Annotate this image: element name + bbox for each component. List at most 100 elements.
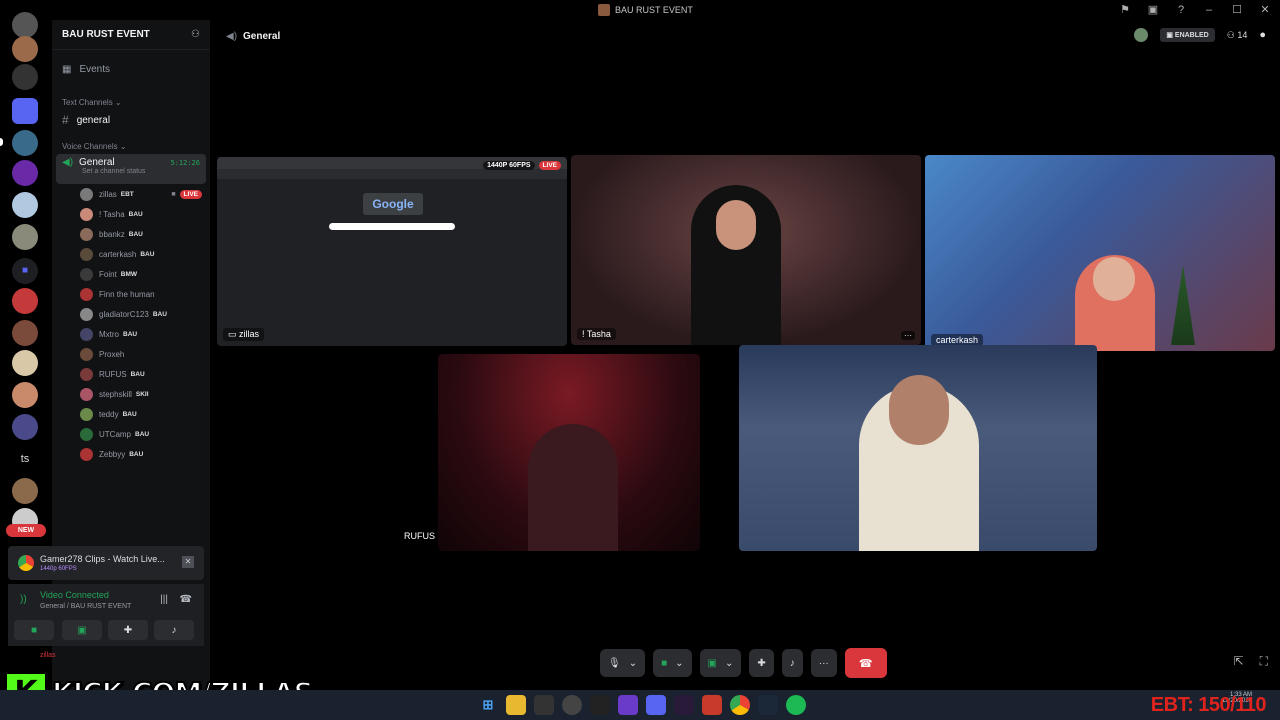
app-icon[interactable] [618, 695, 638, 715]
video-tile-rufus[interactable] [438, 354, 700, 551]
app-icon[interactable] [590, 695, 610, 715]
channel-general-text[interactable]: # general [52, 110, 210, 130]
member-count[interactable]: ⚇ 14 [1227, 30, 1248, 41]
app-icon[interactable] [674, 695, 694, 715]
voice-user-item[interactable]: teddy BAU [52, 404, 210, 424]
role-tag: BAU [140, 250, 155, 258]
popout-icon[interactable]: ⇱ [1234, 654, 1244, 669]
soundboard-button[interactable]: ♪ [154, 620, 194, 640]
server-icon[interactable] [12, 288, 38, 314]
voice-user-item[interactable]: gladiatorC123 BAU [52, 304, 210, 324]
voice-category[interactable]: Voice Channels ⌄ [52, 138, 210, 154]
camera-icon: ■ [30, 624, 38, 636]
file-explorer-icon[interactable] [506, 695, 526, 715]
video-button[interactable]: ■ ⌄ [653, 649, 692, 677]
app-icon[interactable] [562, 695, 582, 715]
maximize-icon[interactable]: ☐ [1230, 3, 1244, 17]
chevron-down-icon[interactable]: ⌄ [725, 658, 733, 669]
voice-user-item[interactable]: Foint BMW [52, 264, 210, 284]
chat-icon[interactable]: ● [1259, 29, 1266, 41]
screenshare-control[interactable]: ▣ ⌄ [699, 649, 742, 677]
voice-user-name: UTCamp [99, 429, 132, 439]
server-icon[interactable] [12, 320, 38, 346]
video-tile-user[interactable] [739, 345, 1097, 551]
voice-user-item[interactable]: Mxtro BAU [52, 324, 210, 344]
server-text-icon[interactable]: ts [12, 446, 38, 472]
inbox-icon[interactable]: ▣ [1146, 3, 1160, 17]
server-icon[interactable] [12, 478, 38, 504]
close-icon[interactable]: ✕ [1258, 3, 1272, 17]
spotify-icon[interactable] [786, 695, 806, 715]
more-options-icon[interactable]: ··· [901, 331, 915, 340]
app-icon[interactable] [702, 695, 722, 715]
server-icon[interactable] [12, 160, 38, 186]
tile-label: ! Tasha [577, 328, 616, 340]
google-search-box [329, 223, 455, 230]
server-icon[interactable] [12, 64, 38, 90]
voice-user-item[interactable]: stephskill SKII [52, 384, 210, 404]
avatar[interactable] [1134, 28, 1149, 42]
soundboard-control[interactable]: ♪ [781, 649, 803, 677]
help-icon[interactable]: ? [1174, 3, 1188, 17]
server-icon[interactable] [12, 98, 38, 124]
voice-user-item[interactable]: Zebbyy BAU [52, 444, 210, 464]
voice-user-item[interactable]: zillas EBT ■ LIVE [52, 184, 210, 204]
text-category[interactable]: Text Channels ⌄ [52, 94, 210, 110]
voice-user-item[interactable]: ! Tasha BAU [52, 204, 210, 224]
voice-user-item[interactable]: RUFUS BAU [52, 364, 210, 384]
app-icon[interactable] [534, 695, 554, 715]
enabled-badge[interactable]: ▣ ENABLED [1160, 28, 1215, 42]
user-bar[interactable]: zillas [8, 652, 204, 672]
chrome-icon [18, 555, 34, 571]
flag-icon[interactable]: ⚑ [1118, 3, 1132, 17]
screen-icon: ▣ [707, 657, 717, 669]
close-activity-icon[interactable]: ✕ [182, 556, 194, 568]
server-icon[interactable] [12, 382, 38, 408]
voice-user-item[interactable]: Proxeh [52, 344, 210, 364]
role-tag: BAU [130, 370, 145, 378]
activities-button[interactable]: ✚ [108, 620, 148, 640]
discord-icon[interactable] [646, 695, 666, 715]
events-item[interactable]: ▦ Events [52, 58, 210, 80]
server-icon[interactable] [12, 350, 38, 376]
voice-user-item[interactable]: Finn the human [52, 284, 210, 304]
server-icon[interactable] [12, 130, 38, 156]
end-call-button[interactable]: ☎ [844, 648, 887, 678]
voice-user-name: gladiatorC123 [99, 309, 149, 319]
more-control[interactable]: ··· [810, 649, 837, 677]
activities-control[interactable]: ✚ [749, 649, 774, 677]
guild-name: BAU RUST EVENT [62, 29, 150, 40]
video-tile-carterkash[interactable]: carterkash [925, 155, 1275, 351]
guild-header[interactable]: BAU RUST EVENT ⚇ [52, 20, 210, 50]
disconnect-icon[interactable]: ☎ [180, 594, 192, 605]
voice-user-item[interactable]: UTCamp BAU [52, 424, 210, 444]
chevron-down-icon[interactable]: ⌄ [629, 658, 637, 669]
server-icon[interactable] [12, 12, 38, 38]
voice-channel-general[interactable]: ◀) General Set a channel status 5:12:26 [56, 154, 206, 184]
mute-button[interactable]: 🎙 ⌄ [600, 649, 646, 677]
chrome-icon[interactable] [730, 695, 750, 715]
add-member-icon[interactable]: ⚇ [191, 29, 200, 40]
noise-suppression-icon[interactable]: ||| [160, 594, 168, 605]
video-tile-zillas[interactable]: Google 1440P 60FPS LIVE ▭ zillas [217, 157, 567, 346]
avatar [80, 227, 93, 241]
steam-icon[interactable] [758, 695, 778, 715]
role-tag: BAU [135, 430, 150, 438]
windows-start-icon[interactable]: ⊞ [478, 695, 498, 715]
folder-icon[interactable]: ■ [12, 258, 38, 284]
minimize-icon[interactable]: – [1202, 3, 1216, 17]
channel-status[interactable]: Set a channel status [82, 168, 200, 175]
avatar [80, 367, 93, 381]
voice-user-item[interactable]: bbankz BAU [52, 224, 210, 244]
video-tile-tasha[interactable]: ! Tasha ··· [571, 155, 921, 345]
server-icon[interactable] [12, 36, 38, 62]
fullscreen-icon[interactable]: ⛶ [1260, 654, 1268, 669]
screenshare-button[interactable]: ▣ [62, 620, 102, 640]
server-icon[interactable] [12, 414, 38, 440]
voice-user-item[interactable]: carterkash BAU [52, 244, 210, 264]
activity-panel[interactable]: Gamer278 Clips - Watch Live... 1440p 60F… [8, 546, 204, 580]
camera-button[interactable]: ■ [14, 620, 54, 640]
chevron-down-icon[interactable]: ⌄ [675, 658, 683, 669]
server-icon[interactable] [12, 224, 38, 250]
server-icon[interactable] [12, 192, 38, 218]
